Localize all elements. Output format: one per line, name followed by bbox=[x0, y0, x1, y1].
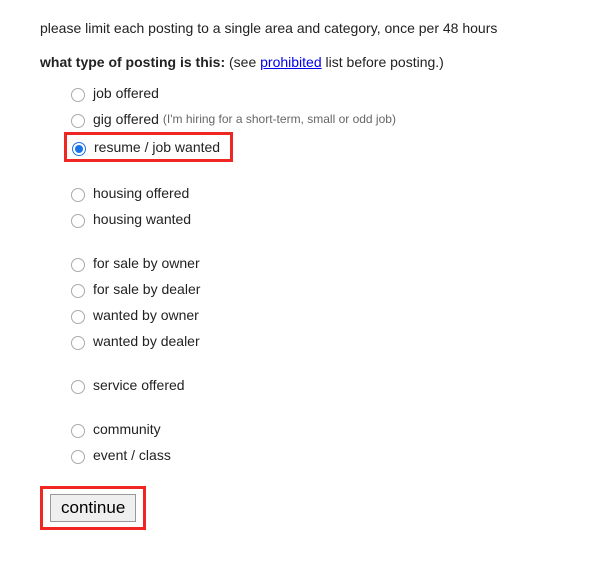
posting-option[interactable]: job offered bbox=[66, 80, 560, 106]
posting-option[interactable]: gig offered(I'm hiring for a short-term,… bbox=[66, 106, 560, 132]
posting-option[interactable]: housing offered bbox=[66, 180, 560, 206]
posting-radio[interactable] bbox=[71, 258, 85, 272]
posting-type-prompt: what type of posting is this: (see prohi… bbox=[40, 54, 560, 70]
intro-text: please limit each posting to a single ar… bbox=[40, 20, 560, 36]
posting-option[interactable]: event / class bbox=[66, 442, 560, 468]
posting-option[interactable]: housing wanted bbox=[66, 206, 560, 232]
posting-option[interactable]: resume / job wanted bbox=[64, 132, 233, 162]
option-label: wanted by owner bbox=[93, 304, 199, 326]
option-label: wanted by dealer bbox=[93, 330, 200, 352]
option-group: job offeredgig offered(I'm hiring for a … bbox=[66, 80, 560, 162]
posting-option[interactable]: wanted by owner bbox=[66, 302, 560, 328]
option-group: service offered bbox=[66, 372, 560, 398]
prompt-bold: what type of posting is this: bbox=[40, 54, 225, 70]
posting-option[interactable]: for sale by owner bbox=[66, 250, 560, 276]
posting-radio[interactable] bbox=[71, 450, 85, 464]
posting-radio[interactable] bbox=[72, 142, 86, 156]
option-group: for sale by owner for sale by dealer wante… bbox=[66, 250, 560, 354]
prompt-after: list before posting.) bbox=[322, 54, 444, 70]
option-label: resume / job wanted bbox=[94, 136, 220, 158]
prohibited-link[interactable]: prohibited bbox=[260, 54, 322, 70]
option-label: for sale by dealer bbox=[93, 278, 200, 300]
prompt-before: (see bbox=[225, 54, 260, 70]
option-hint: (I'm hiring for a short-term, small or o… bbox=[163, 108, 396, 130]
posting-radio[interactable] bbox=[71, 310, 85, 324]
option-group: housing offered housing wanted bbox=[66, 180, 560, 232]
option-label: housing offered bbox=[93, 182, 189, 204]
option-label: for sale by owner bbox=[93, 252, 200, 274]
posting-option[interactable]: service offered bbox=[66, 372, 560, 398]
posting-radio[interactable] bbox=[71, 336, 85, 350]
option-label: event / class bbox=[93, 444, 171, 466]
posting-type-options: job offeredgig offered(I'm hiring for a … bbox=[40, 80, 560, 468]
posting-radio[interactable] bbox=[71, 114, 85, 128]
posting-radio[interactable] bbox=[71, 188, 85, 202]
continue-wrap: continue bbox=[40, 486, 560, 530]
posting-radio[interactable] bbox=[71, 88, 85, 102]
continue-button[interactable]: continue bbox=[50, 494, 136, 522]
posting-option[interactable]: wanted by dealer bbox=[66, 328, 560, 354]
posting-radio[interactable] bbox=[71, 380, 85, 394]
posting-radio[interactable] bbox=[71, 214, 85, 228]
option-label: housing wanted bbox=[93, 208, 191, 230]
option-label: job offered bbox=[93, 82, 159, 104]
continue-highlight: continue bbox=[40, 486, 146, 530]
option-group: community event / class bbox=[66, 416, 560, 468]
posting-radio[interactable] bbox=[71, 284, 85, 298]
posting-option[interactable]: for sale by dealer bbox=[66, 276, 560, 302]
posting-option[interactable]: community bbox=[66, 416, 560, 442]
option-label: community bbox=[93, 418, 161, 440]
option-label: service offered bbox=[93, 374, 185, 396]
posting-radio[interactable] bbox=[71, 424, 85, 438]
option-label: gig offered bbox=[93, 108, 159, 130]
